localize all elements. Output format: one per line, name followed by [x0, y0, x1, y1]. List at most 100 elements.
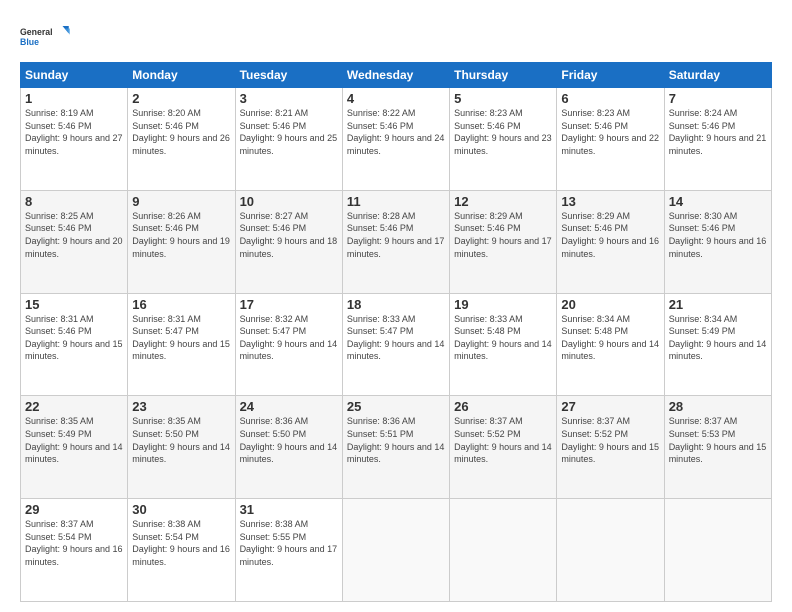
day-number: 7 [669, 91, 767, 106]
day-info: Sunrise: 8:21 AM Sunset: 5:46 PM Dayligh… [240, 107, 338, 157]
calendar-cell: 14 Sunrise: 8:30 AM Sunset: 5:46 PM Dayl… [664, 190, 771, 293]
day-number: 31 [240, 502, 338, 517]
calendar-cell: 2 Sunrise: 8:20 AM Sunset: 5:46 PM Dayli… [128, 88, 235, 191]
day-number: 5 [454, 91, 552, 106]
day-number: 18 [347, 297, 445, 312]
day-number: 24 [240, 399, 338, 414]
header: General Blue [20, 18, 772, 54]
weekday-header: Thursday [450, 63, 557, 88]
calendar-cell: 25 Sunrise: 8:36 AM Sunset: 5:51 PM Dayl… [342, 396, 449, 499]
weekday-header: Sunday [21, 63, 128, 88]
day-number: 27 [561, 399, 659, 414]
day-number: 13 [561, 194, 659, 209]
calendar-cell: 20 Sunrise: 8:34 AM Sunset: 5:48 PM Dayl… [557, 293, 664, 396]
day-info: Sunrise: 8:31 AM Sunset: 5:47 PM Dayligh… [132, 313, 230, 363]
day-info: Sunrise: 8:29 AM Sunset: 5:46 PM Dayligh… [454, 210, 552, 260]
day-info: Sunrise: 8:37 AM Sunset: 5:52 PM Dayligh… [561, 415, 659, 465]
day-info: Sunrise: 8:37 AM Sunset: 5:53 PM Dayligh… [669, 415, 767, 465]
weekday-header: Friday [557, 63, 664, 88]
calendar-header-row: SundayMondayTuesdayWednesdayThursdayFrid… [21, 63, 772, 88]
calendar-table: SundayMondayTuesdayWednesdayThursdayFrid… [20, 62, 772, 602]
weekday-header: Tuesday [235, 63, 342, 88]
calendar-cell: 3 Sunrise: 8:21 AM Sunset: 5:46 PM Dayli… [235, 88, 342, 191]
calendar-cell: 11 Sunrise: 8:28 AM Sunset: 5:46 PM Dayl… [342, 190, 449, 293]
calendar-cell: 21 Sunrise: 8:34 AM Sunset: 5:49 PM Dayl… [664, 293, 771, 396]
day-number: 10 [240, 194, 338, 209]
calendar-cell: 31 Sunrise: 8:38 AM Sunset: 5:55 PM Dayl… [235, 499, 342, 602]
calendar-cell: 4 Sunrise: 8:22 AM Sunset: 5:46 PM Dayli… [342, 88, 449, 191]
day-info: Sunrise: 8:30 AM Sunset: 5:46 PM Dayligh… [669, 210, 767, 260]
day-info: Sunrise: 8:37 AM Sunset: 5:54 PM Dayligh… [25, 518, 123, 568]
day-info: Sunrise: 8:37 AM Sunset: 5:52 PM Dayligh… [454, 415, 552, 465]
day-number: 19 [454, 297, 552, 312]
day-info: Sunrise: 8:28 AM Sunset: 5:46 PM Dayligh… [347, 210, 445, 260]
calendar-cell: 6 Sunrise: 8:23 AM Sunset: 5:46 PM Dayli… [557, 88, 664, 191]
day-number: 17 [240, 297, 338, 312]
calendar-cell: 10 Sunrise: 8:27 AM Sunset: 5:46 PM Dayl… [235, 190, 342, 293]
day-number: 1 [25, 91, 123, 106]
day-info: Sunrise: 8:27 AM Sunset: 5:46 PM Dayligh… [240, 210, 338, 260]
day-info: Sunrise: 8:38 AM Sunset: 5:55 PM Dayligh… [240, 518, 338, 568]
day-number: 21 [669, 297, 767, 312]
day-info: Sunrise: 8:34 AM Sunset: 5:48 PM Dayligh… [561, 313, 659, 363]
calendar-week-row: 1 Sunrise: 8:19 AM Sunset: 5:46 PM Dayli… [21, 88, 772, 191]
day-info: Sunrise: 8:31 AM Sunset: 5:46 PM Dayligh… [25, 313, 123, 363]
day-number: 28 [669, 399, 767, 414]
calendar-cell: 29 Sunrise: 8:37 AM Sunset: 5:54 PM Dayl… [21, 499, 128, 602]
calendar-week-row: 8 Sunrise: 8:25 AM Sunset: 5:46 PM Dayli… [21, 190, 772, 293]
day-info: Sunrise: 8:36 AM Sunset: 5:51 PM Dayligh… [347, 415, 445, 465]
day-number: 25 [347, 399, 445, 414]
calendar-cell: 9 Sunrise: 8:26 AM Sunset: 5:46 PM Dayli… [128, 190, 235, 293]
day-info: Sunrise: 8:23 AM Sunset: 5:46 PM Dayligh… [561, 107, 659, 157]
weekday-header: Wednesday [342, 63, 449, 88]
calendar-week-row: 15 Sunrise: 8:31 AM Sunset: 5:46 PM Dayl… [21, 293, 772, 396]
weekday-header: Saturday [664, 63, 771, 88]
logo-svg: General Blue [20, 18, 70, 54]
calendar-cell: 19 Sunrise: 8:33 AM Sunset: 5:48 PM Dayl… [450, 293, 557, 396]
day-info: Sunrise: 8:35 AM Sunset: 5:49 PM Dayligh… [25, 415, 123, 465]
day-info: Sunrise: 8:19 AM Sunset: 5:46 PM Dayligh… [25, 107, 123, 157]
day-info: Sunrise: 8:26 AM Sunset: 5:46 PM Dayligh… [132, 210, 230, 260]
svg-text:Blue: Blue [20, 37, 39, 47]
page: General Blue SundayMondayTuesdayWednesda… [0, 0, 792, 612]
calendar-cell: 26 Sunrise: 8:37 AM Sunset: 5:52 PM Dayl… [450, 396, 557, 499]
calendar-cell [557, 499, 664, 602]
calendar-cell: 18 Sunrise: 8:33 AM Sunset: 5:47 PM Dayl… [342, 293, 449, 396]
logo: General Blue [20, 18, 70, 54]
day-info: Sunrise: 8:23 AM Sunset: 5:46 PM Dayligh… [454, 107, 552, 157]
day-info: Sunrise: 8:33 AM Sunset: 5:47 PM Dayligh… [347, 313, 445, 363]
calendar-cell [342, 499, 449, 602]
day-info: Sunrise: 8:25 AM Sunset: 5:46 PM Dayligh… [25, 210, 123, 260]
day-number: 23 [132, 399, 230, 414]
day-info: Sunrise: 8:35 AM Sunset: 5:50 PM Dayligh… [132, 415, 230, 465]
calendar-cell [664, 499, 771, 602]
day-number: 22 [25, 399, 123, 414]
day-info: Sunrise: 8:34 AM Sunset: 5:49 PM Dayligh… [669, 313, 767, 363]
day-number: 16 [132, 297, 230, 312]
day-number: 15 [25, 297, 123, 312]
day-info: Sunrise: 8:33 AM Sunset: 5:48 PM Dayligh… [454, 313, 552, 363]
calendar-cell: 22 Sunrise: 8:35 AM Sunset: 5:49 PM Dayl… [21, 396, 128, 499]
calendar-cell: 13 Sunrise: 8:29 AM Sunset: 5:46 PM Dayl… [557, 190, 664, 293]
calendar-cell: 28 Sunrise: 8:37 AM Sunset: 5:53 PM Dayl… [664, 396, 771, 499]
calendar-cell: 7 Sunrise: 8:24 AM Sunset: 5:46 PM Dayli… [664, 88, 771, 191]
day-number: 14 [669, 194, 767, 209]
day-number: 20 [561, 297, 659, 312]
weekday-header: Monday [128, 63, 235, 88]
day-number: 9 [132, 194, 230, 209]
svg-text:General: General [20, 27, 53, 37]
calendar-cell: 24 Sunrise: 8:36 AM Sunset: 5:50 PM Dayl… [235, 396, 342, 499]
calendar-cell: 17 Sunrise: 8:32 AM Sunset: 5:47 PM Dayl… [235, 293, 342, 396]
day-number: 4 [347, 91, 445, 106]
calendar-cell: 23 Sunrise: 8:35 AM Sunset: 5:50 PM Dayl… [128, 396, 235, 499]
calendar-week-row: 22 Sunrise: 8:35 AM Sunset: 5:49 PM Dayl… [21, 396, 772, 499]
day-number: 30 [132, 502, 230, 517]
day-info: Sunrise: 8:24 AM Sunset: 5:46 PM Dayligh… [669, 107, 767, 157]
calendar-cell: 1 Sunrise: 8:19 AM Sunset: 5:46 PM Dayli… [21, 88, 128, 191]
day-info: Sunrise: 8:38 AM Sunset: 5:54 PM Dayligh… [132, 518, 230, 568]
day-number: 11 [347, 194, 445, 209]
day-number: 12 [454, 194, 552, 209]
calendar-cell [450, 499, 557, 602]
day-number: 8 [25, 194, 123, 209]
day-info: Sunrise: 8:22 AM Sunset: 5:46 PM Dayligh… [347, 107, 445, 157]
